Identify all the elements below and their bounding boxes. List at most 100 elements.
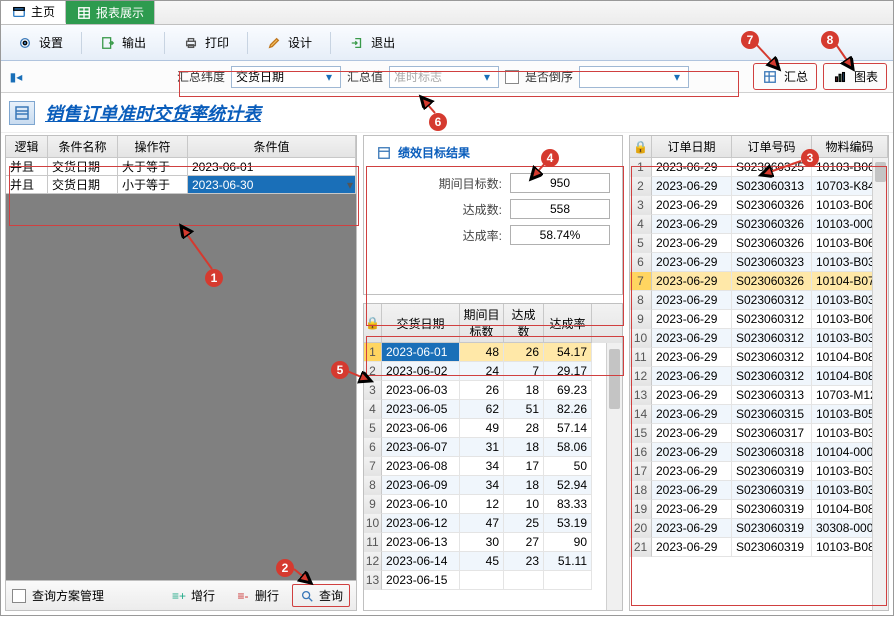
table-row[interactable]: 92023-06-10121083.33 (364, 495, 622, 514)
plan-label[interactable]: 查询方案管理 (32, 587, 104, 604)
tab-report-label: 报表展示 (96, 4, 144, 21)
reverse-label: 是否倒序 (525, 68, 573, 85)
table-row[interactable]: 92023-06-29S02306031210103-B066T- (630, 310, 888, 329)
tab-home-label: 主页 (31, 3, 55, 20)
col-orderno[interactable]: 订单号码 (732, 136, 812, 158)
print-icon (183, 35, 199, 51)
table-row[interactable]: 102023-06-12472553.19 (364, 514, 622, 533)
table-row[interactable]: 22023-06-29S02306031310703-K845-C (630, 177, 888, 196)
scroll-thumb[interactable] (875, 162, 886, 182)
table-row[interactable]: 112023-06-13302790 (364, 533, 622, 552)
scroll-thumb[interactable] (609, 349, 620, 409)
val-combo[interactable]: 准时标志▾ (389, 66, 499, 88)
chart-button[interactable]: 图表 (823, 63, 887, 90)
col-rate[interactable]: 达成率 (544, 304, 592, 343)
summary-grid: 🔒 交货日期 期间目标数 达成数 达成率 12023-06-01482654.1… (363, 303, 623, 611)
table-row[interactable]: 142023-06-29S02306031510103-B055-C (630, 405, 888, 424)
table-row[interactable]: 132023-06-29S02306031310703-M120-C (630, 386, 888, 405)
table-row[interactable]: 52023-06-06492857.14 (364, 419, 622, 438)
dim-combo[interactable]: 交货日期▾ (231, 66, 341, 88)
table-row[interactable]: 72023-06-29S02306032610104-B072-C (630, 272, 888, 291)
workspace: 逻辑 条件名称 操作符 条件值 并且交货日期大于等于2023-06-01并且交货… (1, 133, 893, 617)
table-row[interactable]: 82023-06-29S02306031210103-B038C- (630, 291, 888, 310)
table-row[interactable]: 52023-06-29S02306032610103-B066-C (630, 234, 888, 253)
settings-button[interactable]: 设置 (9, 30, 71, 55)
table-row[interactable]: 172023-06-29S02306031910103-B038-C (630, 462, 888, 481)
table-row[interactable]: 82023-06-09341852.94 (364, 476, 622, 495)
table-row[interactable]: 72023-06-08341750 (364, 457, 622, 476)
design-button[interactable]: 设计 (258, 30, 320, 55)
table-row[interactable]: 152023-06-29S02306031710103-B038C- (630, 424, 888, 443)
reverse-checkbox[interactable] (505, 70, 519, 84)
table-row[interactable]: 162023-06-29S02306031810104-0009-C (630, 443, 888, 462)
table-row[interactable]: 12023-06-29S02306032510103-B066T- (630, 158, 888, 177)
chevron-down-icon[interactable]: ▾ (670, 70, 684, 84)
del-row-button[interactable]: ≡-删行 (228, 584, 286, 607)
plan-checkbox[interactable] (12, 589, 26, 603)
add-row-button[interactable]: ≡+增行 (164, 584, 222, 607)
table-row[interactable]: 132023-06-15 (364, 571, 622, 590)
exit-button[interactable]: 退出 (341, 30, 403, 55)
table-row[interactable]: 42023-06-29S02306032610103-0009-4 (630, 215, 888, 234)
badge-7: 7 (741, 31, 759, 49)
table-icon (762, 69, 778, 85)
query-button[interactable]: 查询 (292, 584, 350, 607)
chevron-down-icon[interactable]: ▾ (347, 178, 353, 192)
dim-value: 交货日期 (236, 68, 322, 85)
chart-label: 图表 (854, 68, 878, 85)
table-row[interactable]: 32023-06-29S02306032610103-B066-C (630, 196, 888, 215)
cond-footer: 查询方案管理 ≡+增行 ≡-删行 查询 (6, 580, 356, 610)
tab-report[interactable]: 报表展示 (66, 1, 155, 24)
export-button[interactable]: 输出 (92, 30, 154, 55)
summary-button[interactable]: 汇总 (753, 63, 817, 90)
btn-label: 删行 (255, 587, 279, 604)
table-row[interactable]: 122023-06-14452351.11 (364, 552, 622, 571)
separator (81, 32, 82, 54)
report-icon (9, 101, 35, 125)
table-row[interactable]: 12023-06-01482654.17 (364, 343, 622, 362)
col-done[interactable]: 达成数 (504, 304, 544, 343)
table-row[interactable]: 182023-06-29S02306031910103-B033PI (630, 481, 888, 500)
tab-bar: 主页 报表展示 (1, 1, 893, 25)
table-row[interactable]: 202023-06-29S02306031930308-0000-C (630, 519, 888, 538)
table-row[interactable]: 102023-06-29S02306031210103-B035-C (630, 329, 888, 348)
btn-label: 增行 (191, 587, 215, 604)
val-label: 汇总值 (347, 68, 383, 85)
print-button[interactable]: 打印 (175, 30, 237, 55)
report-title: 销售订单准时交货率统计表 (45, 100, 261, 126)
tbtn-label: 设置 (39, 34, 63, 51)
col-val: 条件值 (188, 136, 356, 158)
table-row[interactable]: 62023-06-29S02306032310103-B033-C (630, 253, 888, 272)
cond-row[interactable]: 并且交货日期小于等于2023-06-30▾ (6, 176, 356, 194)
kpi-key: 达成率: (463, 227, 502, 244)
table-row[interactable]: 32023-06-03261869.23 (364, 381, 622, 400)
table-row[interactable]: 42023-06-05625182.26 (364, 400, 622, 419)
col-date[interactable]: 交货日期 (382, 304, 460, 343)
col-material[interactable]: 物料编码 (812, 136, 888, 158)
table-row[interactable]: 22023-06-0224729.17 (364, 362, 622, 381)
sort-combo[interactable]: ▾ (579, 66, 689, 88)
table-row[interactable]: 112023-06-29S02306031210104-B087-C (630, 348, 888, 367)
table-row[interactable]: 212023-06-29S02306031910103-B089T- (630, 538, 888, 557)
table-row[interactable]: 62023-06-07311858.06 (364, 438, 622, 457)
lock-icon: 🔒 (364, 304, 382, 343)
cond-row[interactable]: 并且交货日期大于等于2023-06-01 (6, 158, 356, 176)
col-target[interactable]: 期间目标数 (460, 304, 504, 343)
target-icon (376, 145, 392, 161)
col-orderdate[interactable]: 订单日期 (652, 136, 732, 158)
chevron-down-icon[interactable]: ▾ (322, 70, 336, 84)
badge-5: 5 (331, 361, 349, 379)
tab-home[interactable]: 主页 (1, 1, 66, 24)
chevron-down-icon[interactable]: ▾ (480, 70, 494, 84)
table-row[interactable]: 122023-06-29S02306031210104-B087-C (630, 367, 888, 386)
kpi-value: 58.74% (510, 225, 610, 245)
scrollbar[interactable] (606, 343, 622, 610)
btn-label: 查询 (319, 587, 343, 604)
table-row[interactable]: 192023-06-29S02306031910104-B087-C (630, 500, 888, 519)
pager-first[interactable]: ▮◂ (7, 67, 25, 87)
kpi-key: 达成数: (463, 201, 502, 218)
scrollbar[interactable] (872, 158, 888, 610)
filter-bar: ▮◂ 汇总纬度 交货日期▾ 汇总值 准时标志▾ 是否倒序 ▾ 汇总 图表 (1, 61, 893, 93)
tbtn-label: 设计 (288, 34, 312, 51)
badge-1: 1 (205, 269, 223, 287)
